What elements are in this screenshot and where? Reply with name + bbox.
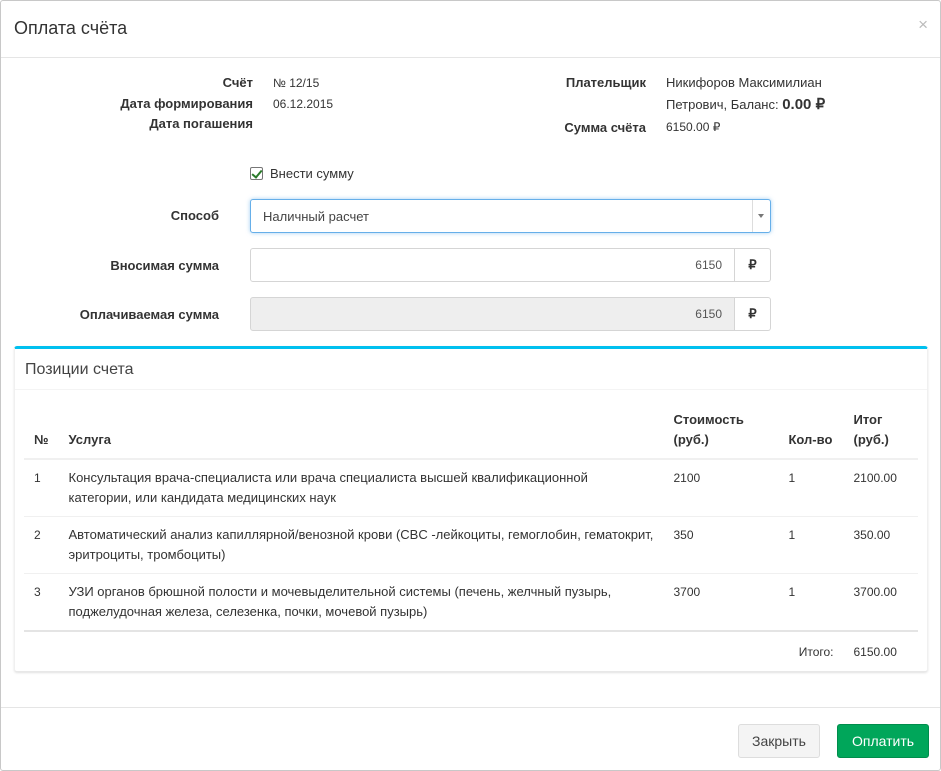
- positions-table: № Услуга Стоимость (руб.) Кол-во Итог (р…: [24, 402, 918, 670]
- table-header-row: № Услуга Стоимость (руб.) Кол-во Итог (р…: [24, 402, 918, 460]
- payer-name-line2: Петрович, Баланс:: [666, 97, 783, 112]
- invoice-created-label: Дата формирования: [120, 96, 253, 111]
- modal-header: Оплата счёта ×: [1, 1, 940, 58]
- row-num: 3: [24, 573, 59, 632]
- total-spacer: [59, 631, 664, 670]
- row-service: УЗИ органов брюшной полости и мочевыдели…: [58, 573, 664, 632]
- total-label: Итого:: [798, 645, 834, 659]
- row-cost: 2100: [663, 459, 779, 517]
- close-button[interactable]: Закрыть: [738, 724, 820, 758]
- payer-name-line1: Никифоров Максимилиан: [666, 75, 822, 90]
- ruble-icon: ₽: [735, 297, 771, 331]
- modal-title: Оплата счёта: [14, 18, 128, 38]
- payer-name: Никифоров Максимилиан Петрович, Баланс: …: [666, 72, 825, 116]
- ruble-icon: ₽: [735, 248, 771, 282]
- total-spacer: [24, 631, 59, 670]
- payer-balance: 0.00 ₽: [782, 96, 826, 113]
- row-qty: 1: [778, 516, 844, 574]
- deposit-amount-group: 6150 ₽: [250, 248, 771, 282]
- table-row: 1 Консультация врача-специалиста или вра…: [24, 459, 918, 517]
- total-value: 6150.00: [853, 645, 897, 659]
- row-cost: 350: [663, 516, 779, 574]
- select-arrow-button[interactable]: [752, 200, 770, 232]
- column-header-num: №: [24, 402, 59, 460]
- payer-balance-line: Петрович, Баланс: 0.00 ₽: [666, 94, 825, 116]
- row-num: 2: [24, 516, 59, 574]
- row-service: Консультация врача-специалиста или врача…: [58, 459, 664, 517]
- paid-amount-label: Оплачиваемая сумма: [79, 307, 219, 322]
- invoice-due-label: Дата погашения: [149, 116, 253, 131]
- deposit-checkbox-row[interactable]: Внести сумму: [250, 166, 354, 181]
- column-header-service: Услуга: [58, 402, 664, 460]
- payment-modal: Оплата счёта × Счёт № 12/15 Дата формиро…: [0, 0, 941, 771]
- row-cost: 3700: [663, 573, 779, 632]
- table-row: 2 Автоматический анализ капиллярной/вено…: [24, 516, 918, 574]
- paid-amount-input: 6150: [250, 297, 735, 331]
- positions-box: Позиции счета № Услуга Стоимость (руб.) …: [14, 346, 928, 672]
- total-spacer: [664, 631, 779, 670]
- deposit-amount-input[interactable]: 6150: [250, 248, 735, 282]
- table-total-row: Итого: 6150.00: [24, 631, 918, 670]
- row-qty: 1: [778, 459, 844, 517]
- row-total: 3700.00: [843, 573, 918, 632]
- invoice-number-value: № 12/15: [273, 76, 320, 90]
- method-select-value: Наличный расчет: [263, 209, 369, 224]
- deposit-checkbox[interactable]: [250, 167, 263, 180]
- row-service: Автоматический анализ капиллярной/венозн…: [58, 516, 664, 574]
- deposit-checkbox-label[interactable]: Внести сумму: [270, 166, 354, 181]
- payer-label: Плательщик: [565, 75, 646, 90]
- method-label: Способ: [170, 208, 219, 223]
- chevron-down-icon: [758, 214, 764, 218]
- column-header-cost: Стоимость (руб.): [663, 402, 779, 460]
- invoice-sum-label: Сумма счёта: [564, 120, 646, 135]
- row-total: 350.00: [843, 516, 918, 574]
- column-header-qty: Кол-во: [778, 402, 844, 460]
- modal-footer: Закрыть Оплатить: [1, 707, 940, 771]
- row-num: 1: [24, 459, 59, 517]
- deposit-amount-label: Вносимая сумма: [110, 258, 219, 273]
- positions-header: Позиции счета: [15, 349, 927, 390]
- row-total: 2100.00: [843, 459, 918, 517]
- close-icon[interactable]: ×: [918, 16, 928, 33]
- invoice-sum-value: 6150.00 ₽: [666, 120, 721, 134]
- pay-button[interactable]: Оплатить: [837, 724, 929, 758]
- table-row: 3 УЗИ органов брюшной полости и мочевыде…: [24, 573, 918, 632]
- paid-amount-group: 6150 ₽: [250, 297, 771, 331]
- column-header-total: Итог (руб.): [843, 402, 918, 460]
- method-select[interactable]: Наличный расчет: [250, 199, 771, 233]
- row-qty: 1: [778, 573, 844, 632]
- invoice-number-label: Счёт: [222, 75, 253, 90]
- invoice-created-value: 06.12.2015: [273, 97, 334, 111]
- positions-title: Позиции счета: [25, 361, 134, 378]
